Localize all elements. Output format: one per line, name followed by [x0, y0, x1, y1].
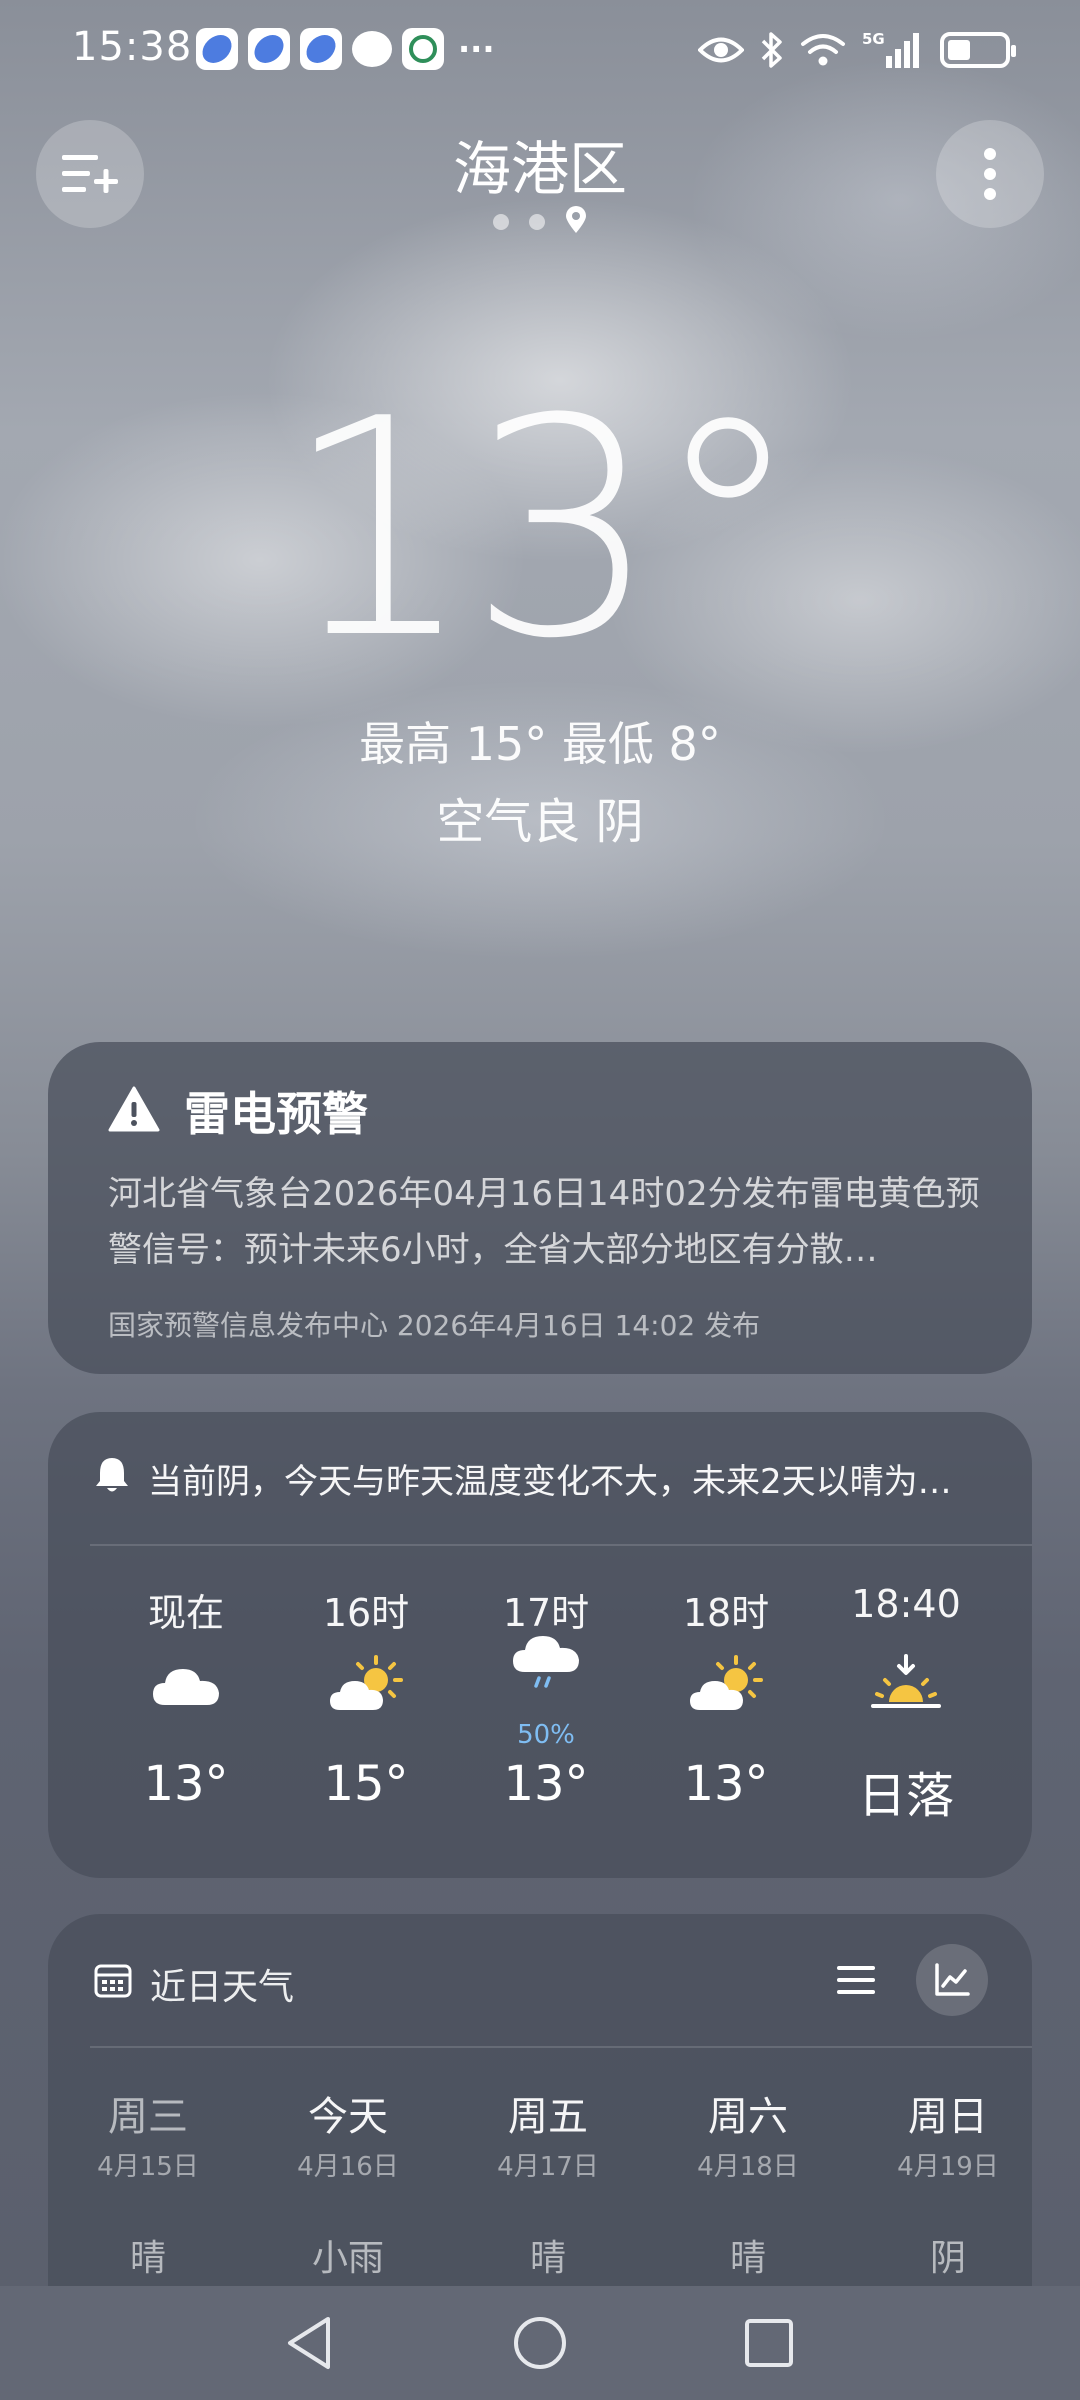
sunset-icon	[826, 1634, 986, 1734]
current-temperature: 13°	[283, 355, 803, 704]
chart-view-button[interactable]	[916, 1944, 988, 2016]
app-notification-icon	[300, 28, 342, 70]
partly-sunny-icon	[646, 1634, 806, 1734]
precipitation-probability: 50%	[517, 1720, 575, 1750]
wifi-icon	[800, 30, 846, 70]
back-button[interactable]	[274, 2308, 344, 2378]
day-condition: 阴	[929, 2238, 966, 2279]
hour-label: 18时	[682, 1591, 770, 1635]
hour-temp: 15°	[323, 1756, 409, 1812]
high-low-temperature: 最高 15° 最低 8°	[359, 717, 721, 771]
city-page-indicator	[0, 206, 1080, 238]
hour-label: 现在	[147, 1591, 224, 1635]
hour-temp: 日落	[857, 1768, 954, 1824]
more-options-button[interactable]	[936, 120, 1044, 228]
alert-body: 河北省气象台2026年04月16日14时02分发布雷电黄色预警信号：预计未来6小…	[108, 1174, 980, 1270]
alert-title: 雷电预警	[184, 1087, 368, 1141]
bell-icon	[94, 1455, 130, 1502]
day-item[interactable]: 今天 4月16日 小雨	[248, 2084, 448, 2281]
more-vertical-icon	[984, 148, 996, 200]
bluetooth-icon	[760, 30, 784, 70]
weather-summary[interactable]: 当前阴，今天与昨天温度变化不大，未来2天以晴为…	[94, 1454, 952, 1503]
eye-icon	[698, 30, 744, 70]
day-condition: 晴	[129, 2238, 166, 2279]
home-circle-icon	[514, 2317, 566, 2369]
daily-forecast-card[interactable]: 近日天气 周三 4月15日 晴 今天 4月16日 小雨 周五 4月17日 晴 周…	[48, 1914, 1032, 2294]
warning-icon	[108, 1086, 160, 1136]
day-name: 周三	[108, 2094, 188, 2140]
day-condition: 小雨	[311, 2238, 384, 2279]
day-item[interactable]: 周六 4月18日 晴	[648, 2084, 848, 2281]
cloud-icon	[1006, 1634, 1032, 1734]
day-item[interactable]: 周日 4月19日 阴	[848, 2084, 1032, 2281]
alert-source: 国家预警信息发布中心 2026年4月16日 14:02 发布	[108, 1309, 761, 1342]
recents-button[interactable]	[734, 2308, 804, 2378]
notification-icons: ···	[196, 28, 494, 70]
more-notifications-icon: ···	[458, 30, 495, 68]
daily-header: 近日天气	[94, 1958, 294, 2010]
divider	[90, 1544, 1032, 1546]
hour-item: 18时 13°	[646, 1582, 806, 1812]
day-date: 4月18日	[697, 2152, 799, 2182]
system-icons: 5G	[698, 30, 1016, 70]
air-quality-condition[interactable]: 空气良 阴	[0, 782, 1080, 852]
daily-title: 近日天气	[150, 1967, 295, 2008]
day-name: 周六	[708, 2094, 788, 2140]
list-view-button[interactable]	[820, 1944, 892, 2016]
bank-app-icon	[402, 28, 444, 70]
day-condition: 晴	[729, 2238, 766, 2279]
partly-sunny-icon	[286, 1634, 446, 1734]
hour-temp: 13°	[503, 1756, 589, 1812]
day-item[interactable]: 周三 4月15日 晴	[48, 2084, 248, 2281]
hour-item: 18:40 日落	[826, 1582, 986, 1826]
view-toggle	[820, 1944, 988, 2016]
cloud-icon	[106, 1634, 266, 1734]
day-item[interactable]: 周五 4月17日 晴	[448, 2084, 648, 2281]
line-chart-icon	[935, 1963, 970, 1996]
message-icon	[352, 31, 392, 67]
hour-item: 17时 50% 13°	[466, 1582, 626, 1812]
hour-temp: 1	[1006, 1756, 1032, 1812]
battery-icon	[940, 32, 1016, 68]
back-triangle-icon	[288, 2317, 330, 2369]
weather-summary-text: 当前阴，今天与昨天温度变化不大，未来2天以晴为…	[148, 1462, 952, 1502]
day-name: 周日	[908, 2094, 988, 2140]
status-time: 15:38	[72, 24, 193, 70]
hour-item: 16时 15°	[286, 1582, 446, 1812]
day-date: 4月19日	[897, 2152, 999, 2182]
recents-square-icon	[745, 2319, 793, 2367]
hour-temp: 13°	[683, 1756, 769, 1812]
hour-label: 18:40	[851, 1582, 961, 1626]
location-pin-icon	[565, 206, 587, 238]
hour-label: 19	[1006, 1582, 1032, 1634]
day-condition: 晴	[529, 2238, 566, 2279]
day-date: 4月16日	[297, 2152, 399, 2182]
app-notification-icon	[248, 28, 290, 70]
calendar-icon	[94, 1962, 132, 2007]
home-button[interactable]	[505, 2308, 575, 2378]
signal-5g-icon: 5G	[862, 30, 924, 70]
alert-header: 雷电预警	[108, 1078, 368, 1144]
hour-item: 现在 13°	[106, 1582, 266, 1812]
day-name: 今天	[308, 2094, 388, 2140]
hour-item: 19 1	[1006, 1582, 1032, 1812]
hour-temp: 13°	[143, 1756, 229, 1812]
hour-label: 16时	[322, 1591, 410, 1635]
page-dot	[493, 214, 509, 230]
city-title: 海港区	[452, 135, 627, 203]
day-date: 4月15日	[97, 2152, 199, 2182]
day-name: 周五	[508, 2094, 588, 2140]
system-navigation-bar	[0, 2286, 1080, 2400]
divider	[90, 2046, 1032, 2048]
svg-text:5G: 5G	[862, 30, 885, 48]
day-date: 4月17日	[497, 2152, 599, 2182]
hourly-forecast-card[interactable]: 当前阴，今天与昨天温度变化不大，未来2天以晴为… 现在 13° 16时 15°	[48, 1412, 1032, 1878]
weather-alert-card[interactable]: 雷电预警 河北省气象台2026年04月16日14时02分发布雷电黄色预警信号：预…	[48, 1042, 1032, 1374]
hourly-list[interactable]: 现在 13° 16时 15° 17时 50% 13° 18时 13° 18:40…	[48, 1582, 1032, 1842]
rain-icon: 50%	[466, 1634, 626, 1750]
status-bar: 15:38 ··· 5G	[0, 0, 1080, 100]
app-notification-icon	[196, 28, 238, 70]
list-icon	[837, 1966, 875, 1994]
page-dot	[529, 214, 545, 230]
